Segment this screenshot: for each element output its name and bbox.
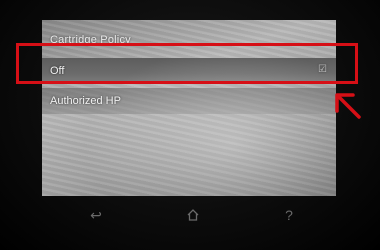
help-icon[interactable]: ?	[278, 204, 300, 226]
annotation-highlight-box	[16, 43, 358, 84]
annotation-arrow-icon	[335, 93, 361, 119]
back-icon[interactable]: ↩	[85, 204, 107, 226]
option-label: Authorized HP	[50, 95, 121, 107]
option-authorized-hp[interactable]: Authorized HP	[42, 88, 336, 114]
home-icon[interactable]	[182, 204, 204, 226]
navigation-bar: ↩ ?	[0, 196, 380, 236]
